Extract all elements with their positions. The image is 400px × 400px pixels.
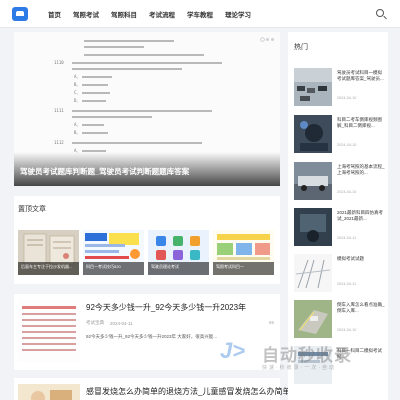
simulation-exam-image (294, 208, 332, 246)
article-thumbnail[interactable] (18, 384, 80, 400)
hot-post-thumbnail[interactable] (294, 254, 332, 292)
featured-banner[interactable]: 1110 A、 B、 C、 D、 1111 A、 B、 1112 A、 驾驶员考… (14, 32, 280, 186)
parking-lot-image (294, 68, 332, 106)
slider-dot[interactable] (261, 38, 264, 41)
option-label: B、 (74, 82, 81, 87)
cold-remedy-image (18, 384, 80, 400)
article-card[interactable]: 感冒发烧怎么办简单的退烧方法_儿童感冒发烧怎么办简单的退烧方 (14, 378, 322, 400)
nav-item-theory-study[interactable]: 理论学习 (225, 9, 251, 19)
question-number: 1110 (54, 60, 64, 65)
hot-post-title[interactable]: 科目二考车倒库视频图解_科目二倒库视... (337, 117, 385, 129)
featured-post-card[interactable]: 驾驶员理论考试 (148, 230, 209, 275)
hot-post-date: 2024-04-10 (337, 190, 357, 194)
hot-post-item[interactable]: 科目二考车倒库视频图解_科目二倒库视... 2024-04-10 (294, 115, 384, 157)
hot-post-title[interactable]: 2021最新科目四仿真考试_2021最新... (337, 210, 385, 222)
hot-post-title[interactable]: 驾驶员考试科目一模拟考试题库答案_驾驶员... (337, 70, 385, 82)
panel-title: 置顶文章 (18, 206, 46, 213)
option-label: A、 (74, 122, 81, 127)
reverse-parking-image (294, 300, 332, 338)
nav-item-license-exam[interactable]: 驾照考试 (73, 9, 99, 19)
driving-school-image (294, 162, 332, 200)
featured-post-caption: 驾驶员理论考试 (148, 262, 209, 275)
hot-post-title[interactable]: 模拟考试试题 (337, 256, 385, 262)
banner-title[interactable]: 驾驶员考试题库判断题_驾驶员考试判断题题库答案 (20, 166, 189, 177)
search-icon[interactable] (376, 9, 384, 17)
hot-post-item[interactable]: 驾驶员考试科目一模拟考试题库答案_驾驶员... 2024-04-10 (294, 68, 384, 110)
article-title[interactable]: 感冒发烧怎么办简单的退烧方法_儿童感冒发烧怎么办简单的退烧方 (86, 386, 322, 397)
car-interior-image (294, 115, 332, 153)
site-logo[interactable] (12, 6, 28, 21)
hot-post-date: 2024-04-11 (337, 282, 357, 286)
article-title[interactable]: 92今天多少钱一升_92今天多少钱一升2023年 (86, 302, 246, 313)
main-nav: 首页 驾照考试 驾照科目 考试流程 学车教程 理论学习 (36, 9, 251, 19)
article-category[interactable]: 考试宝典 (86, 320, 104, 326)
top-navigation-bar: 首页 驾照考试 驾照科目 考试流程 学车教程 理论学习 (0, 0, 400, 28)
hot-post-item[interactable]: 模拟考试试题 2024-04-11 (294, 254, 384, 296)
road-sketch-image (294, 254, 332, 292)
slider-dot[interactable] (271, 38, 274, 41)
article-meta: 考试宝典 2024-04-11 (86, 320, 139, 326)
nav-item-exam-process[interactable]: 考试流程 (149, 9, 175, 19)
hot-post-item[interactable]: 倒车入库怎么看点准确_倒车入库... 2024-04-10 (294, 300, 385, 342)
hot-post-thumbnail[interactable] (294, 115, 332, 153)
watermark-logo-icon: J> (220, 338, 246, 363)
featured-post-caption: 后面车主专注于拉沙发机器... (18, 262, 79, 275)
option-label: A、 (74, 74, 81, 79)
featured-post-card[interactable]: 科目一考试技巧520 (83, 230, 144, 275)
featured-post-caption: 驾照考试科目一 (213, 262, 274, 275)
nav-item-driving-tutorials[interactable]: 学车教程 (187, 9, 213, 19)
featured-post-caption: 科目一考试技巧520 (83, 262, 144, 275)
watermark-brand: 自动秒收录 (262, 345, 352, 365)
option-label: D、 (74, 98, 81, 103)
article-excerpt: 92今天多少钱一升_92今天多少钱一升2023年 大家好，很高兴能... (86, 334, 218, 339)
comment-count: 65 (268, 320, 274, 325)
featured-post-card[interactable]: 驾照考试科目一 (213, 230, 274, 275)
hot-post-date: 2024-04-10 (337, 143, 357, 147)
sidebar-title: 热门 (294, 44, 308, 51)
slider-dots (259, 38, 274, 41)
hot-post-thumbnail[interactable] (294, 300, 332, 338)
nav-item-license-subjects[interactable]: 驾照科目 (111, 9, 137, 19)
hot-post-thumbnail[interactable] (294, 162, 332, 200)
hot-post-title[interactable]: 倒车入库怎么看点准确_倒车入库... (337, 302, 385, 314)
option-label: C、 (74, 90, 81, 95)
hot-post-title[interactable]: 上海考驾照的基本流程_上海考驾照的... (337, 164, 385, 176)
hot-post-item[interactable]: 2021最新科目四仿真考试_2021最新... 2024-04-11 (294, 208, 384, 250)
hot-post-item[interactable]: 上海考驾照的基本流程_上海考驾照的... 2024-04-10 (294, 162, 385, 204)
slider-dot[interactable] (266, 38, 269, 41)
option-label: B、 (74, 130, 81, 135)
question-number: 1111 (54, 108, 64, 113)
hot-post-date: 2024-04-10 (337, 96, 357, 100)
watermark-subtitle: 快速·秒收录·一次·自动 (262, 365, 336, 371)
hot-post-thumbnail[interactable] (294, 208, 332, 246)
hot-post-date: 2024-04-11 (337, 236, 357, 240)
hot-post-thumbnail[interactable] (294, 68, 332, 106)
featured-posts-panel: 置顶文章 后面车主专注于拉沙发机器... 科目一考试技巧520 驾驶员理论考试 … (14, 196, 280, 284)
article-thumbnail[interactable] (18, 300, 80, 362)
nav-item-home[interactable]: 首页 (48, 9, 61, 19)
article-date: 2024-04-11 (110, 320, 133, 326)
question-number: 1112 (54, 140, 64, 145)
hot-post-date: 2024-04-10 (337, 328, 357, 332)
featured-post-card[interactable]: 后面车主专注于拉沙发机器... (18, 230, 79, 275)
price-table-image (18, 300, 80, 362)
